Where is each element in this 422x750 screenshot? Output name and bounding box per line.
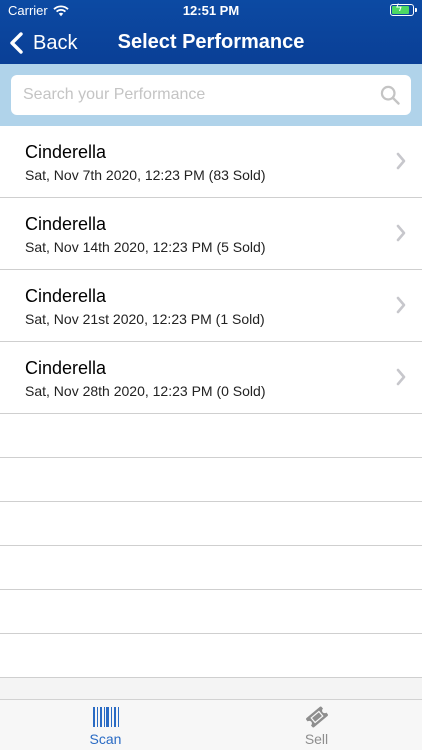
tab-bar: Scan Sell (0, 699, 422, 750)
performance-date: Sat, Nov 28th 2020, 12:23 PM (0 Sold) (25, 383, 266, 399)
tab-scan[interactable]: Scan (0, 700, 211, 750)
chevron-right-icon (396, 296, 406, 314)
performance-title: Cinderella (25, 286, 107, 306)
search-icon[interactable] (380, 85, 400, 105)
performance-date: Sat, Nov 14th 2020, 12:23 PM (5 Sold) (25, 239, 266, 255)
empty-row (0, 502, 422, 546)
battery-icon: ϟ (390, 2, 417, 16)
empty-row (0, 634, 422, 678)
tab-scan-label: Scan (89, 731, 122, 747)
empty-row (0, 414, 422, 458)
performance-date: Sat, Nov 21st 2020, 12:23 PM (1 Sold) (25, 311, 265, 327)
tab-sell[interactable]: Sell (211, 700, 422, 750)
chevron-right-icon (396, 152, 406, 170)
performance-row[interactable]: Cinderella Sat, Nov 14th 2020, 12:23 PM … (0, 198, 422, 270)
performance-title: Cinderella (25, 358, 107, 378)
performance-row[interactable]: Cinderella Sat, Nov 21st 2020, 12:23 PM … (0, 270, 422, 342)
page-title: Select Performance (117, 31, 305, 53)
performance-row[interactable]: Cinderella Sat, Nov 7th 2020, 12:23 PM (… (0, 126, 422, 198)
empty-row (0, 458, 422, 502)
performance-list: Cinderella Sat, Nov 7th 2020, 12:23 PM (… (0, 126, 422, 701)
ticket-icon (305, 706, 328, 728)
performance-row[interactable]: Cinderella Sat, Nov 28th 2020, 12:23 PM … (0, 342, 422, 414)
status-time: 12:51 PM (182, 3, 240, 18)
search-input[interactable] (11, 75, 371, 115)
status-bar: Carrier 12:51 PM ϟ (0, 0, 422, 22)
tab-sell-label: Sell (304, 731, 329, 747)
empty-row (0, 590, 422, 634)
performance-date: Sat, Nov 7th 2020, 12:23 PM (83 Sold) (25, 167, 266, 183)
chevron-right-icon (396, 368, 406, 386)
chevron-right-icon (396, 224, 406, 242)
performance-title: Cinderella (25, 142, 107, 162)
header: Carrier 12:51 PM ϟ Back Select Performan… (0, 0, 422, 64)
barcode-icon (92, 707, 119, 727)
charging-bolt-icon: ϟ (396, 2, 402, 14)
performance-title: Cinderella (25, 214, 107, 234)
list-footer (0, 678, 422, 701)
navigation-bar: Back Select Performance (0, 22, 422, 64)
search-bar-area (0, 64, 422, 126)
empty-row (0, 546, 422, 590)
search-box (11, 75, 411, 115)
